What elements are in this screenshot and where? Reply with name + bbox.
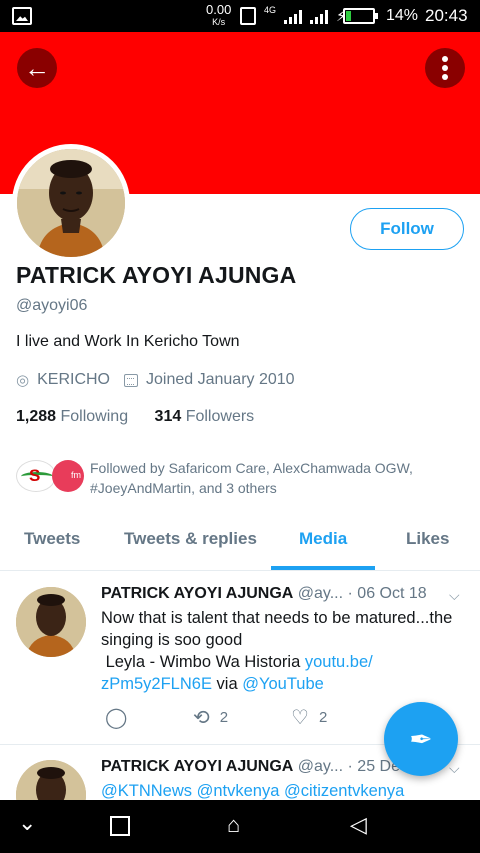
clock: 20:43 [425,6,468,25]
status-bar: 0.00 K/s 4G ⚡ 14% 20:43 [0,0,480,32]
followed-by-line2: #JoeyAndMartin, and 3 others [90,480,277,496]
radio-logo-text: fm [71,470,81,480]
tweet-avatar[interactable] [16,760,86,800]
like-button[interactable]: ♡ 2 [291,705,327,730]
tweet-header: PATRICK AYOYI AJUNGA @ay... · 06 Oct 18 [101,585,427,603]
speed-unit: K/s [212,17,226,27]
gallery-notification-icon [12,7,32,25]
vibrate-icon [240,7,256,25]
tab-media[interactable]: Media [299,529,347,549]
speed-value: 0.00 [206,2,232,17]
tweet-author-name: PATRICK AYOYI AJUNGA [101,585,294,602]
follow-button[interactable]: Follow [350,208,464,250]
system-navigation-bar: ⌄ ⌂ ◁ [0,800,480,853]
tweet-via: via [211,675,243,693]
tweet-link-cont[interactable]: zPm5y2FLN6E [101,675,212,693]
calendar-icon [124,373,138,387]
recent-apps-button[interactable] [110,816,130,836]
followers-label: Followers [185,408,255,425]
reply-button[interactable]: ◯ [105,705,127,730]
profile-handle: @ayoyi06 [16,297,88,314]
tweet-author-handle: @ay... [297,758,344,775]
signal-icon-2 [310,8,329,24]
safaricom-logo: S [16,460,56,492]
tab-likes[interactable]: Likes [406,529,449,549]
reply-icon: ◯ [105,707,128,729]
back-button[interactable]: ← [17,48,57,88]
chevron-down-icon[interactable]: ⌵ [449,587,460,604]
profile-location: KERICHO [37,371,110,388]
network-type: 4G [264,5,277,15]
tweet-text: Now that is talent that needs to be matu… [101,607,471,695]
following-link[interactable]: 1,288 Following [16,408,128,425]
followed-by[interactable]: S fm Followed by Safaricom Care, AlexCha… [16,456,464,496]
tweet-link[interactable]: youtu.be/ [305,653,373,671]
back-nav-button[interactable]: ◁ [350,812,367,838]
tweet-author-handle: @ay... [297,585,344,602]
tweet-text-line2: singing is soo good [101,631,243,649]
network-speed: 0.00 K/s [206,2,232,28]
followed-by-line1: Followed by Safaricom Care, AlexChamwada… [90,460,413,476]
profile-bio: I live and Work In Kericho Town [16,333,240,350]
tweet-text-line3: Leyla - Wimbo Wa Historia [101,653,305,671]
more-vertical-icon [442,56,448,62]
following-label: Following [60,408,129,425]
following-count: 1,288 [16,408,57,425]
followers-link[interactable]: 314 Followers [155,408,255,425]
profile-meta: ◎ KERICHO Joined January 2010 [16,371,295,389]
followers-count: 314 [154,408,182,425]
tab-tweets-replies[interactable]: Tweets & replies [124,529,257,549]
chevron-down-icon[interactable]: ⌄ [18,810,36,836]
chevron-down-icon[interactable]: ⌵ [449,760,460,777]
tweet-header: PATRICK AYOYI AJUNGA @ay... · 25 De [101,758,400,776]
location-icon: ◎ [16,372,30,389]
status-icons: 4G ⚡ [240,5,347,25]
battery-percent: 14% [386,7,419,24]
more-options-button[interactable] [425,48,465,88]
profile-avatar[interactable] [12,144,130,262]
follow-counts: 1,288 Following 314 Followers [16,408,254,426]
active-tab-indicator [271,566,375,570]
tweet-date: · 06 Oct 18 [347,585,427,602]
retweet-button[interactable]: ⟲ 2 [193,705,228,730]
profile-name: PATRICK AYOYI AJUNGA [16,262,297,288]
tweet-avatar[interactable] [16,587,86,657]
home-button[interactable]: ⌂ [227,812,240,838]
followed-by-avatars: S fm [16,460,84,492]
signal-icon [284,8,303,24]
like-count: 2 [318,709,328,726]
radio-logo: fm [52,460,84,492]
retweet-count: 2 [219,709,229,726]
tweet-mentions[interactable]: @KTNNews @ntvkenya @citizentvkenya [101,780,471,800]
safaricom-logo-text: S [29,466,41,485]
compose-tweet-icon: ✒ [409,723,433,755]
profile-tabs: Tweets Tweets & replies Media Likes [0,515,480,571]
battery-icon [343,8,378,24]
tweet-mention-youtube[interactable]: @YouTube [242,675,324,693]
tab-tweets[interactable]: Tweets [24,529,80,549]
compose-tweet-button[interactable]: ✒ [384,702,458,776]
tweet-author-name: PATRICK AYOYI AJUNGA [101,758,294,775]
heart-icon: ♡ [291,707,309,729]
profile-joined: Joined January 2010 [146,371,295,388]
retweet-icon: ⟲ [193,707,210,729]
tweet-text-line1: Now that is talent that needs to be matu… [101,609,453,627]
arrow-left-icon: ← [24,53,50,83]
followed-by-text: Followed by Safaricom Care, AlexChamwada… [90,458,413,498]
